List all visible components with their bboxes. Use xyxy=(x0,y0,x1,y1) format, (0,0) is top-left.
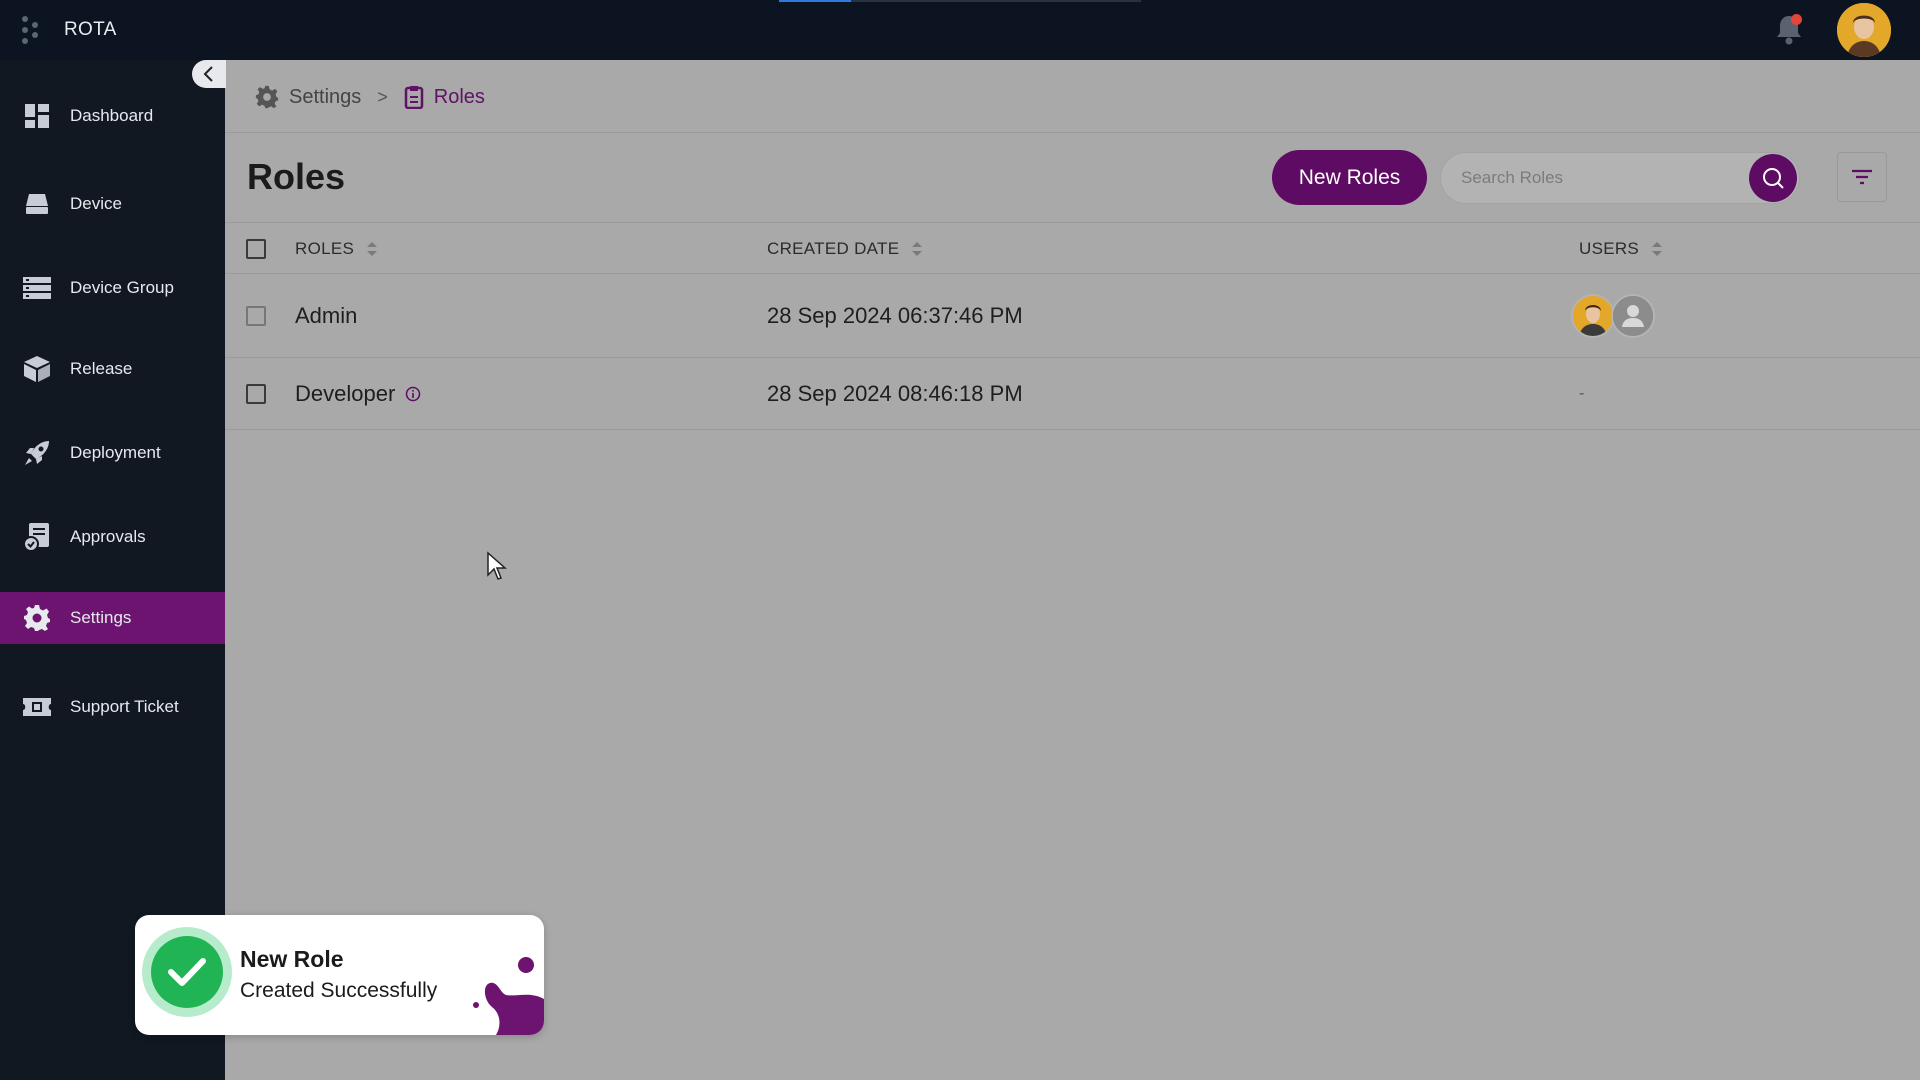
column-header-created-date[interactable]: CREATED DATE xyxy=(767,223,923,275)
loading-progress-bar xyxy=(779,0,1141,2)
brand[interactable]: ROTA xyxy=(20,14,117,46)
divider xyxy=(225,132,1920,133)
column-header-users[interactable]: USERS xyxy=(1579,223,1663,275)
created-date: 28 Sep 2024 08:46:18 PM xyxy=(767,381,1023,406)
role-name[interactable]: Admin xyxy=(295,274,357,358)
ticket-icon xyxy=(22,692,52,722)
table-row[interactable]: Admin 28 Sep 2024 06:37:46 PM xyxy=(225,274,1920,358)
sort-icon xyxy=(911,241,923,257)
breadcrumb: Settings > Roles xyxy=(255,82,485,112)
user-avatar-placeholder[interactable] xyxy=(1611,294,1655,338)
sidebar-item-deployment[interactable]: Deployment xyxy=(0,427,225,479)
check-circle-icon xyxy=(142,927,232,1017)
mouse-cursor-icon xyxy=(487,551,507,580)
sidebar-item-label: Dashboard xyxy=(70,106,154,125)
avatar-image xyxy=(1837,3,1891,57)
rocket-icon xyxy=(22,438,52,468)
sort-icon xyxy=(366,241,378,257)
toast-title: New Role xyxy=(240,946,344,972)
sidebar-item-label: Device Group xyxy=(70,278,174,297)
sidebar-item-dashboard[interactable]: Dashboard xyxy=(0,90,225,142)
info-icon[interactable] xyxy=(405,386,421,402)
role-name-cell[interactable]: Developer xyxy=(295,358,421,430)
sidebar-item-approvals[interactable]: Approvals xyxy=(0,511,225,563)
sort-icon xyxy=(1651,241,1663,257)
menu-dots-icon xyxy=(22,16,38,44)
row-checkbox[interactable] xyxy=(246,384,266,404)
success-toast[interactable]: New Role Created Successfully xyxy=(135,915,544,1035)
table-row[interactable]: Developer 28 Sep 2024 08:46:18 PM - xyxy=(225,358,1920,430)
column-label: USERS xyxy=(1579,239,1640,258)
chevron-left-icon xyxy=(203,66,213,82)
decorative-splash-icon xyxy=(473,957,544,1035)
sidebar-item-label: Approvals xyxy=(70,527,146,546)
sidebar-item-device-group[interactable]: Device Group xyxy=(0,262,225,314)
toast-message: Created Successfully xyxy=(240,979,438,1002)
filter-button[interactable] xyxy=(1837,152,1887,202)
row-checkbox[interactable] xyxy=(246,306,266,326)
sidebar-item-device[interactable]: Device xyxy=(0,178,225,230)
role-name: Developer xyxy=(295,381,396,406)
app-title: ROTA xyxy=(64,19,117,40)
sidebar-item-label: Device xyxy=(70,194,122,213)
gear-icon xyxy=(22,603,52,633)
column-label: ROLES xyxy=(295,239,355,258)
column-header-roles[interactable]: ROLES xyxy=(295,223,378,275)
user-avatar[interactable] xyxy=(1571,294,1615,338)
sidebar-item-release[interactable]: Release xyxy=(0,343,225,395)
device-group-icon xyxy=(22,273,52,303)
approvals-icon xyxy=(22,522,52,552)
device-icon xyxy=(22,189,52,219)
created-date: 28 Sep 2024 06:37:46 PM xyxy=(767,303,1023,328)
sidebar-item-label: Settings xyxy=(70,608,132,627)
filter-icon xyxy=(1852,169,1872,185)
sidebar-item-settings[interactable]: Settings xyxy=(0,592,225,644)
sidebar-item-label: Support Ticket xyxy=(70,697,179,716)
notifications-button[interactable] xyxy=(1774,12,1804,46)
column-label: CREATED DATE xyxy=(767,239,900,258)
breadcrumb-settings-link[interactable]: Settings xyxy=(289,86,361,109)
top-bar: ROTA xyxy=(0,0,1920,60)
sidebar-item-label: Release xyxy=(70,359,133,378)
new-roles-button[interactable]: New Roles xyxy=(1272,150,1427,205)
breadcrumb-current: Roles xyxy=(433,85,485,108)
page-title: Roles xyxy=(247,156,346,197)
clipboard-icon xyxy=(404,86,424,109)
search-icon xyxy=(1763,168,1784,189)
dashboard-icon xyxy=(22,101,52,131)
search-button[interactable] xyxy=(1749,154,1797,202)
users-empty: - xyxy=(1579,385,1585,402)
sidebar-item-support-ticket[interactable]: Support Ticket xyxy=(0,681,225,733)
search-input[interactable] xyxy=(1461,153,1731,203)
notification-badge xyxy=(1791,14,1802,25)
select-all-checkbox[interactable] xyxy=(246,239,266,259)
collapse-sidebar-button[interactable] xyxy=(192,60,226,88)
search-box xyxy=(1440,152,1800,204)
sidebar-item-label: Deployment xyxy=(70,443,161,462)
table-header: ROLES CREATED DATE USERS xyxy=(225,222,1920,274)
package-icon xyxy=(22,354,52,384)
breadcrumb-separator: > xyxy=(377,86,388,107)
user-avatar[interactable] xyxy=(1837,3,1891,57)
gear-icon xyxy=(255,85,279,109)
